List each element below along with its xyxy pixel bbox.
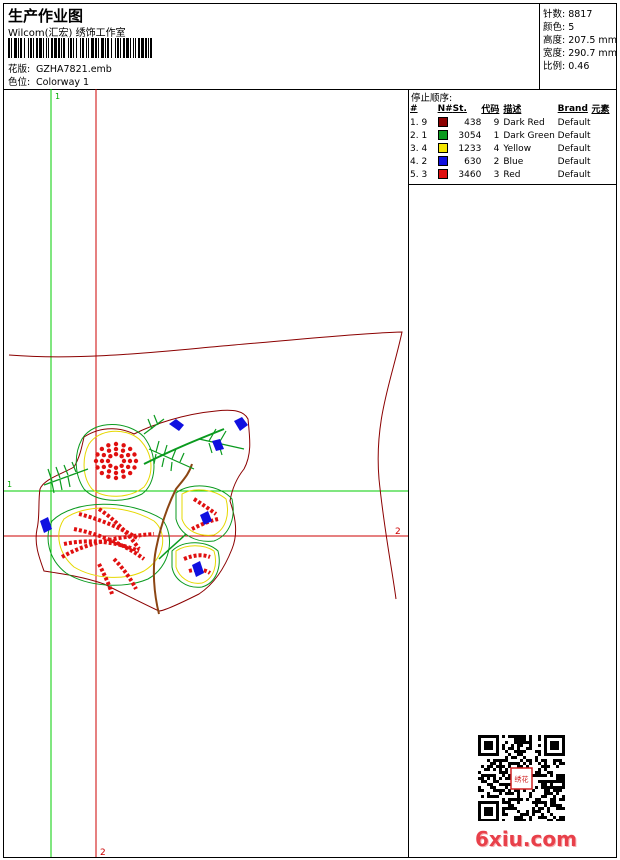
col-header-brand: Brand [557, 103, 588, 114]
row-code: 4 [493, 143, 500, 154]
row-number: 3. 4 [410, 143, 428, 154]
table-row[interactable]: 2. 1 3054 1 Dark Green Default [410, 129, 616, 142]
qr-code: 绣花 [478, 735, 565, 821]
row-stitches: 438 [464, 117, 482, 128]
site-logo: 6xiu.com [475, 827, 577, 851]
table-row[interactable]: 4. 2 630 2 Blue Default [410, 155, 616, 168]
row-stitches: 630 [464, 156, 482, 167]
company-name: Wilcom(汇宏) 绣饰工作室 [8, 28, 126, 39]
row-brand: Default [557, 117, 591, 128]
table-row[interactable]: 1. 9 438 9 Dark Red Default [410, 116, 616, 129]
table-row[interactable]: 3. 4 1233 4 Yellow Default [410, 142, 616, 155]
guide-h1-label: 1 [7, 480, 12, 489]
col-header-description: 描述 [503, 105, 522, 115]
stat-colors: 颜色: 5 [543, 22, 575, 33]
row-code: 3 [493, 169, 500, 180]
stat-width: 宽度: 290.7 mm [543, 48, 617, 59]
color-swatch [437, 117, 448, 128]
design-preview: 1 1 2 2 [4, 89, 408, 857]
guide-v1-label: 1 [55, 92, 60, 101]
stat-height: 高度: 207.5 mm [543, 35, 617, 46]
sheet-title: 生产作业图 [8, 7, 84, 25]
colorway-label: 色位: [8, 77, 31, 88]
row-brand: Default [557, 169, 591, 180]
color-swatch [437, 143, 448, 154]
row-code: 1 [493, 130, 500, 141]
table-header-row: # N# St. 代码 描述 Brand 元素 [410, 102, 616, 116]
stat-stitches: 针数: 8817 [543, 9, 593, 20]
sheet-header: 生产作业图 Wilcom(汇宏) 绣饰工作室 花版: GZHA7821.emb 色… [4, 4, 617, 90]
row-description: Blue [503, 156, 524, 167]
col-header-number: # [410, 103, 418, 114]
design-canvas[interactable]: 1 1 2 2 [4, 89, 409, 857]
svg-text:绣花: 绣花 [515, 775, 529, 784]
row-brand: Default [557, 130, 591, 141]
flower-right-yellow [181, 489, 228, 536]
design-label: 花版: [8, 64, 31, 75]
col-header-stitches: St. [452, 103, 467, 114]
color-swatch [437, 130, 448, 141]
row-description: Yellow [503, 143, 532, 154]
color-swatch [437, 156, 448, 167]
row-number: 2. 1 [410, 130, 428, 141]
row-description: Red [503, 169, 521, 180]
production-sheet: 生产作业图 Wilcom(汇宏) 绣饰工作室 花版: GZHA7821.emb 色… [3, 3, 617, 858]
colorway-row: 色位: Colorway 1 [8, 74, 89, 88]
row-code: 2 [493, 156, 500, 167]
row-number: 4. 2 [410, 156, 428, 167]
flower-top-green [75, 424, 155, 501]
row-description: Dark Green [503, 130, 555, 141]
stop-sequence-panel: 停止顺序: # N# St. 代码 描述 Brand 元素 1. 9 438 9… [409, 89, 616, 185]
row-code: 9 [493, 117, 500, 128]
stem-top-branch [143, 428, 225, 465]
row-brand: Default [557, 156, 591, 167]
row-number: 5. 3 [410, 169, 428, 180]
row-stitches: 1233 [458, 143, 482, 154]
color-swatch [437, 169, 448, 180]
stats-panel: 针数: 8817 颜色: 5 高度: 207.5 mm 宽度: 290.7 mm… [539, 4, 617, 89]
design-name-row: 花版: GZHA7821.emb [8, 61, 112, 75]
stat-scale: 比例: 0.46 [543, 61, 590, 72]
colorway-value: Colorway 1 [36, 77, 90, 88]
row-description: Dark Red [503, 117, 545, 128]
guide-v2-label: 2 [100, 848, 106, 857]
stop-sequence-table: # N# St. 代码 描述 Brand 元素 1. 9 438 9 Dark … [410, 102, 616, 181]
table-row[interactable]: 5. 3 3460 3 Red Default [410, 168, 616, 181]
stem-main [152, 463, 193, 615]
row-brand: Default [557, 143, 591, 154]
garment-outline [8, 331, 403, 600]
col-header-code: 代码 [481, 105, 500, 115]
row-stitches: 3054 [458, 130, 482, 141]
barcode [8, 38, 152, 58]
col-header-element: 元素 [591, 105, 610, 115]
row-number: 1. 9 [410, 117, 428, 128]
flower-top-yellow [83, 430, 152, 497]
col-header-needle: N# [437, 103, 453, 114]
fern-leaves [43, 414, 245, 494]
guide-h2-label: 2 [395, 527, 401, 537]
row-stitches: 3460 [458, 169, 482, 180]
